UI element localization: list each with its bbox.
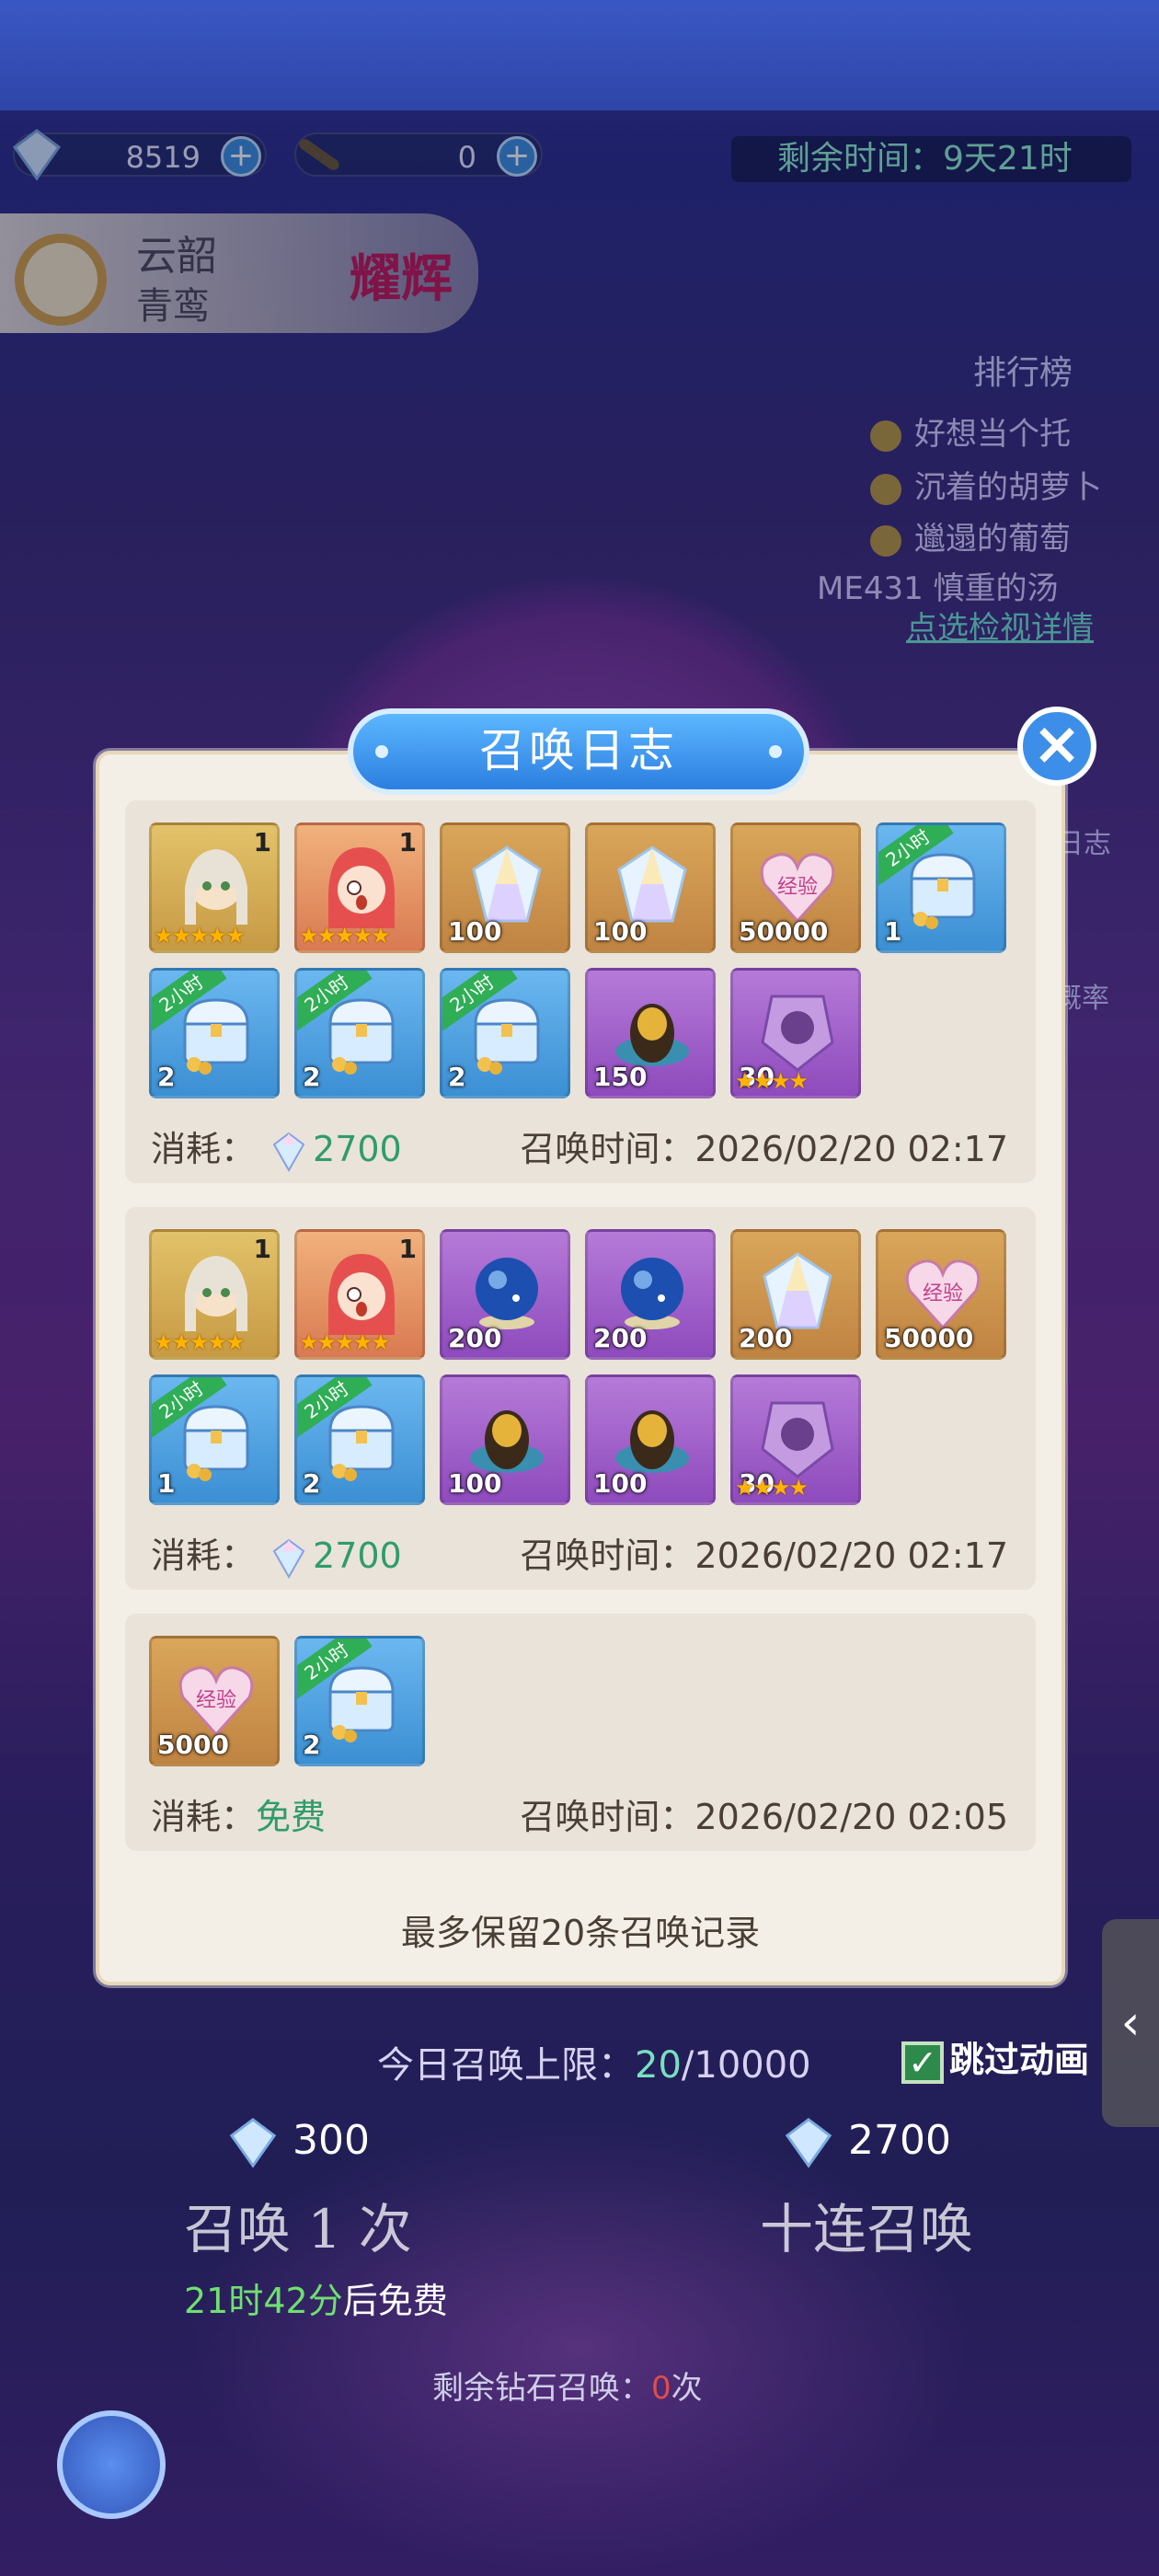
reward-item-chest[interactable]: 2小时 1 [149, 1374, 280, 1505]
reward-item-orb[interactable]: 200 [585, 1229, 716, 1360]
svg-text:经验: 经验 [777, 876, 818, 899]
star-rating-icon: ★★★★ [735, 1068, 809, 1094]
back-button[interactable] [57, 2410, 166, 2519]
item-rank: 1 [398, 1234, 417, 1264]
item-quantity: 1 [157, 1468, 176, 1499]
diamond-icon [272, 1132, 305, 1172]
item-quantity: 200 [448, 1323, 502, 1353]
ten-summon-price: 2700 [782, 2116, 951, 2169]
hero-fairy-icon [172, 1248, 260, 1337]
free-summon-timer: 21时42分后免费 [184, 2281, 448, 2321]
reward-item-shard[interactable]: 30 ★★★★ [730, 1374, 861, 1505]
diamond-icon [229, 2118, 277, 2168]
item-quantity: 50000 [884, 1323, 974, 1353]
reward-item-chest[interactable]: 2小时 2 [294, 1636, 425, 1766]
summon-once-button[interactable]: 召唤 1 次 [184, 2186, 412, 2260]
reward-item-egg[interactable]: 100 [585, 1374, 716, 1505]
reward-item-exp-heart[interactable]: 经验 50000 [876, 1229, 1006, 1360]
reward-item-chest[interactable]: 2小时 2 [294, 968, 425, 1098]
star-rating-icon: ★★★★★ [299, 1329, 391, 1355]
modal-title: 召唤日志 [348, 708, 809, 795]
reward-item-exp-heart[interactable]: 经验 5000 [149, 1636, 280, 1766]
item-rank: 1 [398, 827, 417, 857]
star-rating-icon: ★★★★ [735, 1475, 809, 1501]
item-quantity: 5000 [157, 1730, 229, 1760]
item-quantity: 50000 [739, 916, 829, 947]
record-summon-time: 召唤时间：2026/02/20 02:17 [520, 1129, 1008, 1169]
record-summon-time: 召唤时间：2026/02/20 02:05 [520, 1797, 1008, 1837]
record-limit-note: 最多保留20条召唤记录 [400, 1913, 761, 1953]
reward-item-chest[interactable]: 2小时 2 [294, 1374, 425, 1505]
record-cost: 消耗： 2700 [151, 1121, 402, 1172]
reward-item-chest[interactable]: 2小时 2 [440, 968, 570, 1098]
svg-text:经验: 经验 [196, 1689, 236, 1712]
item-quantity: 150 [593, 1062, 648, 1092]
reward-item-egg[interactable]: 100 [440, 1374, 570, 1505]
diamond-icon [785, 2118, 832, 2168]
reward-item-crystal[interactable]: 100 [585, 822, 716, 953]
reward-item-exp-heart[interactable]: 经验 50000 [730, 822, 861, 953]
item-quantity: 200 [739, 1323, 793, 1353]
item-quantity: 1 [884, 916, 902, 947]
item-quantity: 2 [448, 1062, 466, 1092]
item-quantity: 100 [593, 1468, 648, 1499]
record-cost: 消耗：免费 [151, 1797, 327, 1837]
item-rank: 1 [253, 1234, 271, 1264]
summon-record-list[interactable]: 1 ★★★★★ 1 ★★★★★ 100 100 经验 50000 2小时 1 2小时 2 2小时 2 2小时… [125, 800, 1036, 1875]
hero-girl-icon [317, 1248, 406, 1337]
star-rating-icon: ★★★★★ [154, 923, 246, 949]
item-quantity: 100 [448, 916, 502, 947]
reward-item-hero-fairy[interactable]: 1 ★★★★★ [149, 1229, 280, 1360]
reward-item-shard[interactable]: 30 ★★★★ [730, 968, 861, 1098]
skip-animation-toggle[interactable]: ✓ 跳过动画 [901, 2031, 1089, 2084]
top-bar [0, 0, 1159, 110]
summon-record: 1 ★★★★★ 1 ★★★★★ 200 200 200 经验 50000 2小时 1 2小时 2 100 1… [125, 1207, 1036, 1590]
star-rating-icon: ★★★★★ [154, 1329, 246, 1355]
item-quantity: 200 [593, 1323, 648, 1353]
summon-ten-button[interactable]: 十连召唤 [760, 2186, 973, 2260]
item-quantity: 2 [303, 1468, 321, 1499]
checkbox-checked-icon[interactable]: ✓ [901, 2041, 944, 2084]
diamond-icon [272, 1538, 305, 1579]
item-quantity: 100 [448, 1468, 502, 1499]
record-summon-time: 召唤时间：2026/02/20 02:17 [520, 1535, 1008, 1576]
close-button[interactable]: × [1017, 707, 1096, 786]
record-cost: 消耗： 2700 [151, 1527, 402, 1579]
hero-fairy-icon [172, 842, 260, 930]
reward-item-hero-girl[interactable]: 1 ★★★★★ [294, 1229, 425, 1360]
star-rating-icon: ★★★★★ [299, 923, 391, 949]
reward-item-chest[interactable]: 2小时 1 [876, 822, 1006, 953]
summon-record: 经验 5000 2小时 2 消耗：免费 召唤时间：2026/02/20 02:05 [125, 1614, 1036, 1851]
reward-item-egg[interactable]: 150 [585, 968, 716, 1098]
item-quantity: 100 [593, 916, 648, 947]
item-rank: 1 [253, 827, 271, 857]
reward-item-hero-fairy[interactable]: 1 ★★★★★ [149, 822, 280, 953]
remaining-diamond-summons: 剩余钻石召唤：0次 [432, 2370, 703, 2407]
item-quantity: 2 [157, 1062, 176, 1092]
side-panel-toggle[interactable]: ‹ [1102, 1919, 1159, 2127]
svg-text:经验: 经验 [923, 1282, 963, 1305]
single-summon-price: 300 [226, 2116, 370, 2169]
daily-summon-limit: 今日召唤上限：20/10000 [377, 2044, 811, 2087]
reward-item-chest[interactable]: 2小时 2 [149, 968, 280, 1098]
hero-girl-icon [317, 842, 406, 930]
item-quantity: 2 [303, 1062, 321, 1092]
item-quantity: 2 [303, 1730, 321, 1760]
summon-record: 1 ★★★★★ 1 ★★★★★ 100 100 经验 50000 2小时 1 2小时 2 2小时 2 2小时… [125, 800, 1036, 1183]
reward-item-hero-girl[interactable]: 1 ★★★★★ [294, 822, 425, 953]
reward-item-crystal[interactable]: 200 [730, 1229, 861, 1360]
reward-item-crystal[interactable]: 100 [440, 822, 570, 953]
reward-item-orb[interactable]: 200 [440, 1229, 570, 1360]
